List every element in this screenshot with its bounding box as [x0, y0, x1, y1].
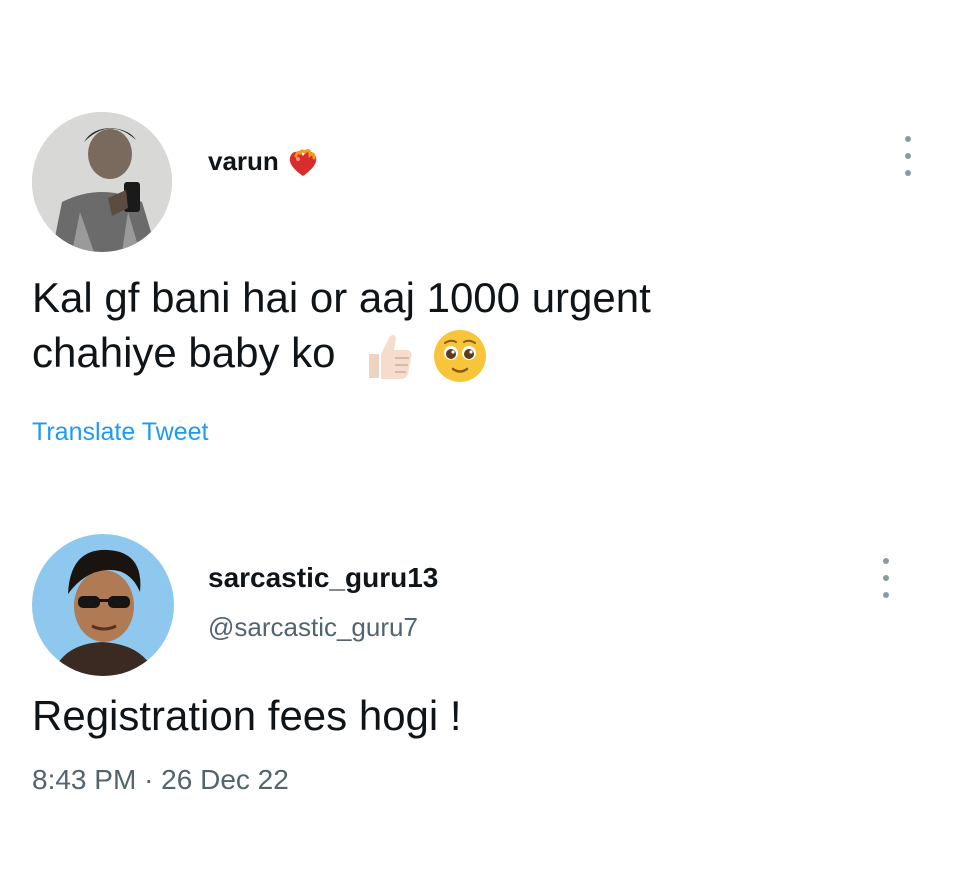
tweet-text-segment: chahiye baby ko	[32, 329, 336, 377]
author-handle[interactable]: @sarcastic_guru7	[208, 612, 418, 643]
avatar-photo	[32, 534, 174, 676]
author-name[interactable]: varun	[208, 146, 320, 178]
pleading-face-icon	[431, 327, 489, 385]
avatar[interactable]	[32, 534, 174, 676]
more-options-icon[interactable]	[902, 136, 914, 176]
reply-tweet: sarcastic_guru13 @sarcastic_guru7 Regist…	[0, 470, 960, 874]
avatar[interactable]	[32, 112, 172, 252]
tweet-text: Kal gf bani hai or aaj 1000 urgent chahi…	[32, 270, 912, 385]
tweet-text-line: Kal gf bani hai or aaj 1000 urgent	[32, 274, 651, 321]
avatar-photo	[32, 112, 172, 252]
tweet-timestamp[interactable]: 8:43 PM · 26 Dec 22	[32, 764, 289, 796]
author-name[interactable]: sarcastic_guru13	[208, 562, 438, 594]
more-options-icon[interactable]	[880, 558, 892, 598]
reply-text: Registration fees hogi !	[32, 692, 462, 739]
thumbs-up-icon	[361, 328, 417, 384]
tweet-text-line: chahiye baby ko	[32, 325, 912, 385]
heart-on-fire-icon	[286, 148, 320, 178]
translate-tweet-link[interactable]: Translate Tweet	[32, 418, 208, 447]
tweet-date: 26 Dec 22	[161, 764, 289, 795]
separator-dot: ·	[144, 764, 154, 795]
tweet-time: 8:43 PM	[32, 764, 137, 795]
original-tweet: varun Kal gf bani hai or aaj 1000 urgent…	[0, 0, 960, 470]
